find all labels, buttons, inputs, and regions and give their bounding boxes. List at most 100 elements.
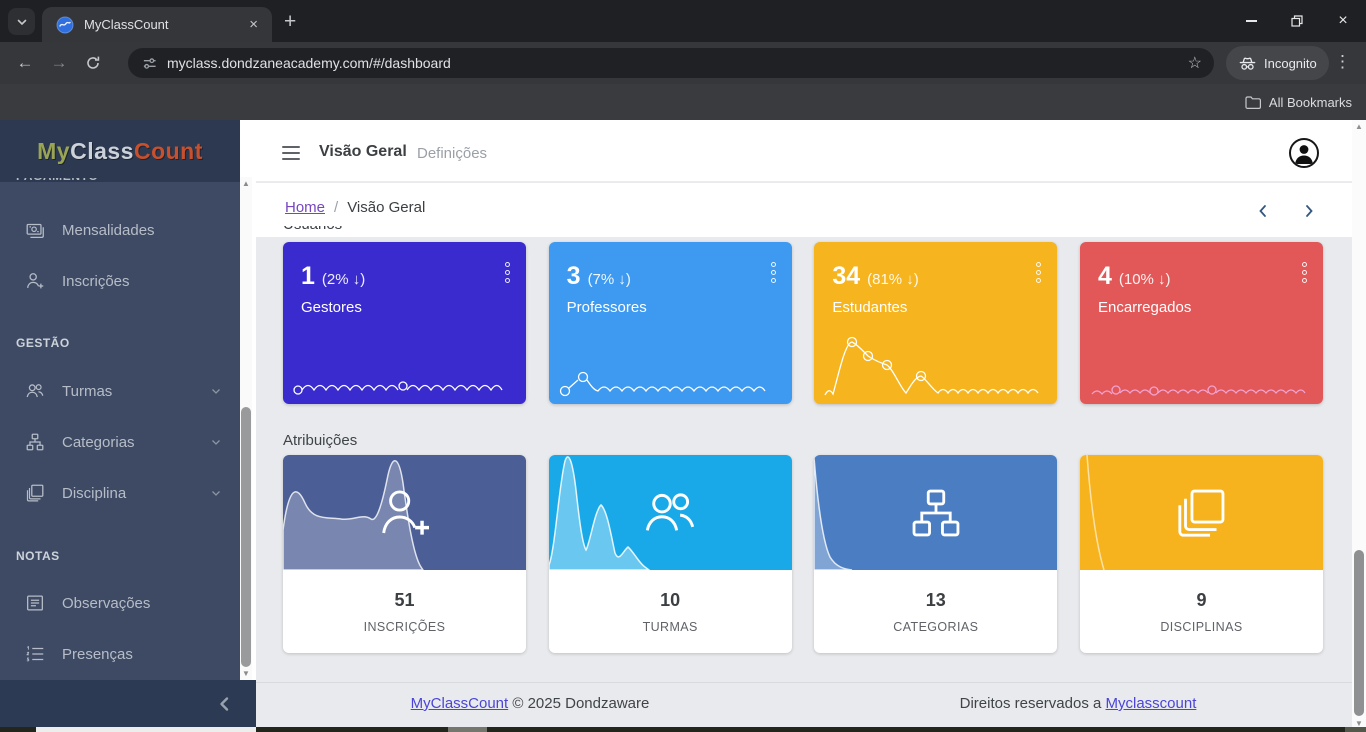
page-scroll-up-icon[interactable]: ▲ [1352, 122, 1366, 131]
browser-tab[interactable]: MyClassCount × [42, 7, 272, 42]
assignment-label: DISCIPLINAS [1080, 620, 1323, 634]
all-bookmarks-button[interactable]: All Bookmarks [1245, 84, 1352, 120]
page-next-icon[interactable] [1301, 203, 1317, 219]
hamburger-menu-icon[interactable] [282, 146, 300, 160]
page-scrollbar-thumb[interactable] [1354, 550, 1364, 716]
assignment-label: INSCRIÇÕES [283, 620, 526, 634]
incognito-label: Incognito [1264, 56, 1317, 71]
site-settings-icon[interactable] [142, 56, 157, 71]
tab-search-button[interactable] [8, 8, 35, 35]
stat-percent: (2% ↓) [322, 271, 365, 288]
bookmark-star-icon[interactable]: ☆ [1188, 53, 1202, 73]
stat-label: Professores [567, 299, 774, 316]
stat-percent: (10% ↓) [1119, 271, 1171, 288]
assignment-value: 9 [1080, 590, 1323, 611]
background-window-edge [36, 727, 256, 732]
sidebar-scroll-up-icon[interactable]: ▲ [240, 177, 252, 191]
restore-button[interactable] [1274, 0, 1320, 42]
sidebar-item-observacoes[interactable]: Observações [0, 588, 240, 618]
card-menu-icon[interactable] [505, 262, 510, 283]
sidebar-item-inscricoes[interactable]: Inscrições [0, 266, 240, 296]
browser-window: MyClassCount × + × ← → myclass.dondzanea… [0, 0, 1366, 732]
footer-divider [256, 682, 1352, 683]
person-plus-icon [24, 270, 46, 292]
sidebar-item-disciplina[interactable]: Disciplina [0, 478, 240, 508]
favicon [56, 16, 74, 34]
app-logo[interactable]: MyClassCount [0, 120, 240, 182]
sidebar-item-turmas[interactable]: Turmas [0, 376, 240, 406]
back-button[interactable]: ← [8, 53, 42, 73]
sidebar-item-presencas[interactable]: Presenças [0, 639, 240, 669]
stat-card-estudantes: 34(81% ↓) Estudantes [814, 242, 1057, 404]
stat-value: 1 [301, 262, 315, 290]
assignment-value: 10 [549, 590, 792, 611]
address-bar[interactable]: myclass.dondzaneacademy.com/#/dashboard … [128, 48, 1214, 78]
chevron-down-icon [210, 487, 222, 499]
sidebar-scrollbar-thumb[interactable] [241, 407, 251, 667]
page-prev-icon[interactable] [1255, 203, 1271, 219]
minimize-icon [1246, 20, 1257, 22]
layers-icon [24, 482, 46, 504]
sidebar-collapse-bar[interactable] [0, 680, 256, 727]
all-bookmarks-label: All Bookmarks [1269, 95, 1352, 110]
incognito-badge: Incognito [1226, 46, 1329, 80]
section-usuarios-clipped: Usuários [283, 226, 342, 236]
card-menu-icon[interactable] [771, 262, 776, 283]
stat-percent: (81% ↓) [867, 271, 919, 288]
sidebar-item-label: Presenças [62, 646, 133, 663]
sidebar-section-pagamento: PAGAMENTO [16, 178, 98, 186]
navbar-tab-definicoes[interactable]: Definições [417, 145, 487, 162]
numbered-list-icon [24, 643, 46, 665]
new-tab-button[interactable]: + [284, 10, 296, 34]
tab-close-icon[interactable]: × [245, 15, 262, 34]
tab-title: MyClassCount [84, 17, 245, 32]
close-button[interactable]: × [1320, 0, 1366, 42]
assignment-card-header [814, 455, 1057, 570]
people-icon [638, 481, 702, 545]
assignment-value: 13 [814, 590, 1057, 611]
assignment-card-inscricoes[interactable]: 51 INSCRIÇÕES [283, 455, 526, 653]
org-chart-icon [905, 482, 967, 544]
person-icon [1291, 140, 1317, 166]
section-title-atribuicoes: Atribuições [283, 432, 357, 449]
sparkline [1088, 353, 1315, 399]
assignment-card-header [1080, 455, 1323, 570]
assignment-card-body: 9 DISCIPLINAS [1080, 570, 1323, 634]
sidebar-item-label: Categorias [62, 434, 135, 451]
sidebar-item-label: Disciplina [62, 485, 126, 502]
sparkline [557, 353, 784, 399]
user-avatar[interactable] [1289, 138, 1319, 168]
assignment-card-body: 10 TURMAS [549, 570, 792, 634]
footer: MyClassCount © 2025 Dondzaware Direitos … [256, 695, 1352, 712]
sidebar-item-label: Observações [62, 595, 150, 612]
sidebar-item-categorias[interactable]: Categorias [0, 427, 240, 457]
browser-menu-icon[interactable]: ⋮ [1334, 52, 1351, 72]
minimize-button[interactable] [1228, 0, 1274, 42]
forward-button[interactable]: → [42, 53, 76, 73]
navbar-tab-visao-geral[interactable]: Visão Geral [319, 143, 407, 161]
sparkline [822, 329, 1049, 399]
banknote-icon [24, 219, 46, 241]
reload-button[interactable] [76, 55, 110, 71]
sidebar-item-mensalidades[interactable]: Mensalidades [0, 215, 240, 245]
card-menu-icon[interactable] [1036, 262, 1041, 283]
url-text[interactable]: myclass.dondzaneacademy.com/#/dashboard [167, 55, 1188, 71]
chevron-down-icon [210, 385, 222, 397]
stat-label: Estudantes [832, 299, 1039, 316]
breadcrumb-separator: / [334, 199, 338, 216]
breadcrumb-current: Visão Geral [347, 199, 425, 216]
assignment-card-categorias[interactable]: 13 CATEGORIAS [814, 455, 1057, 653]
footer-brand-rest: © 2025 Dondzaware [512, 695, 649, 712]
stat-cards-row: 1(2% ↓) Gestores 3(7% ↓) Professores 34( [283, 242, 1323, 404]
layers-icon [1170, 482, 1232, 544]
stat-value: 4 [1098, 262, 1112, 290]
footer-brand-link[interactable]: MyClassCount [411, 695, 509, 712]
background-window-edge [1345, 727, 1366, 732]
reload-icon [85, 55, 101, 71]
assignment-card-turmas[interactable]: 10 TURMAS [549, 455, 792, 653]
stat-card-gestores: 1(2% ↓) Gestores [283, 242, 526, 404]
assignment-card-disciplinas[interactable]: 9 DISCIPLINAS [1080, 455, 1323, 653]
card-menu-icon[interactable] [1302, 262, 1307, 283]
breadcrumb-home-link[interactable]: Home [285, 199, 325, 216]
footer-rights-link[interactable]: Myclasscount [1106, 695, 1197, 712]
